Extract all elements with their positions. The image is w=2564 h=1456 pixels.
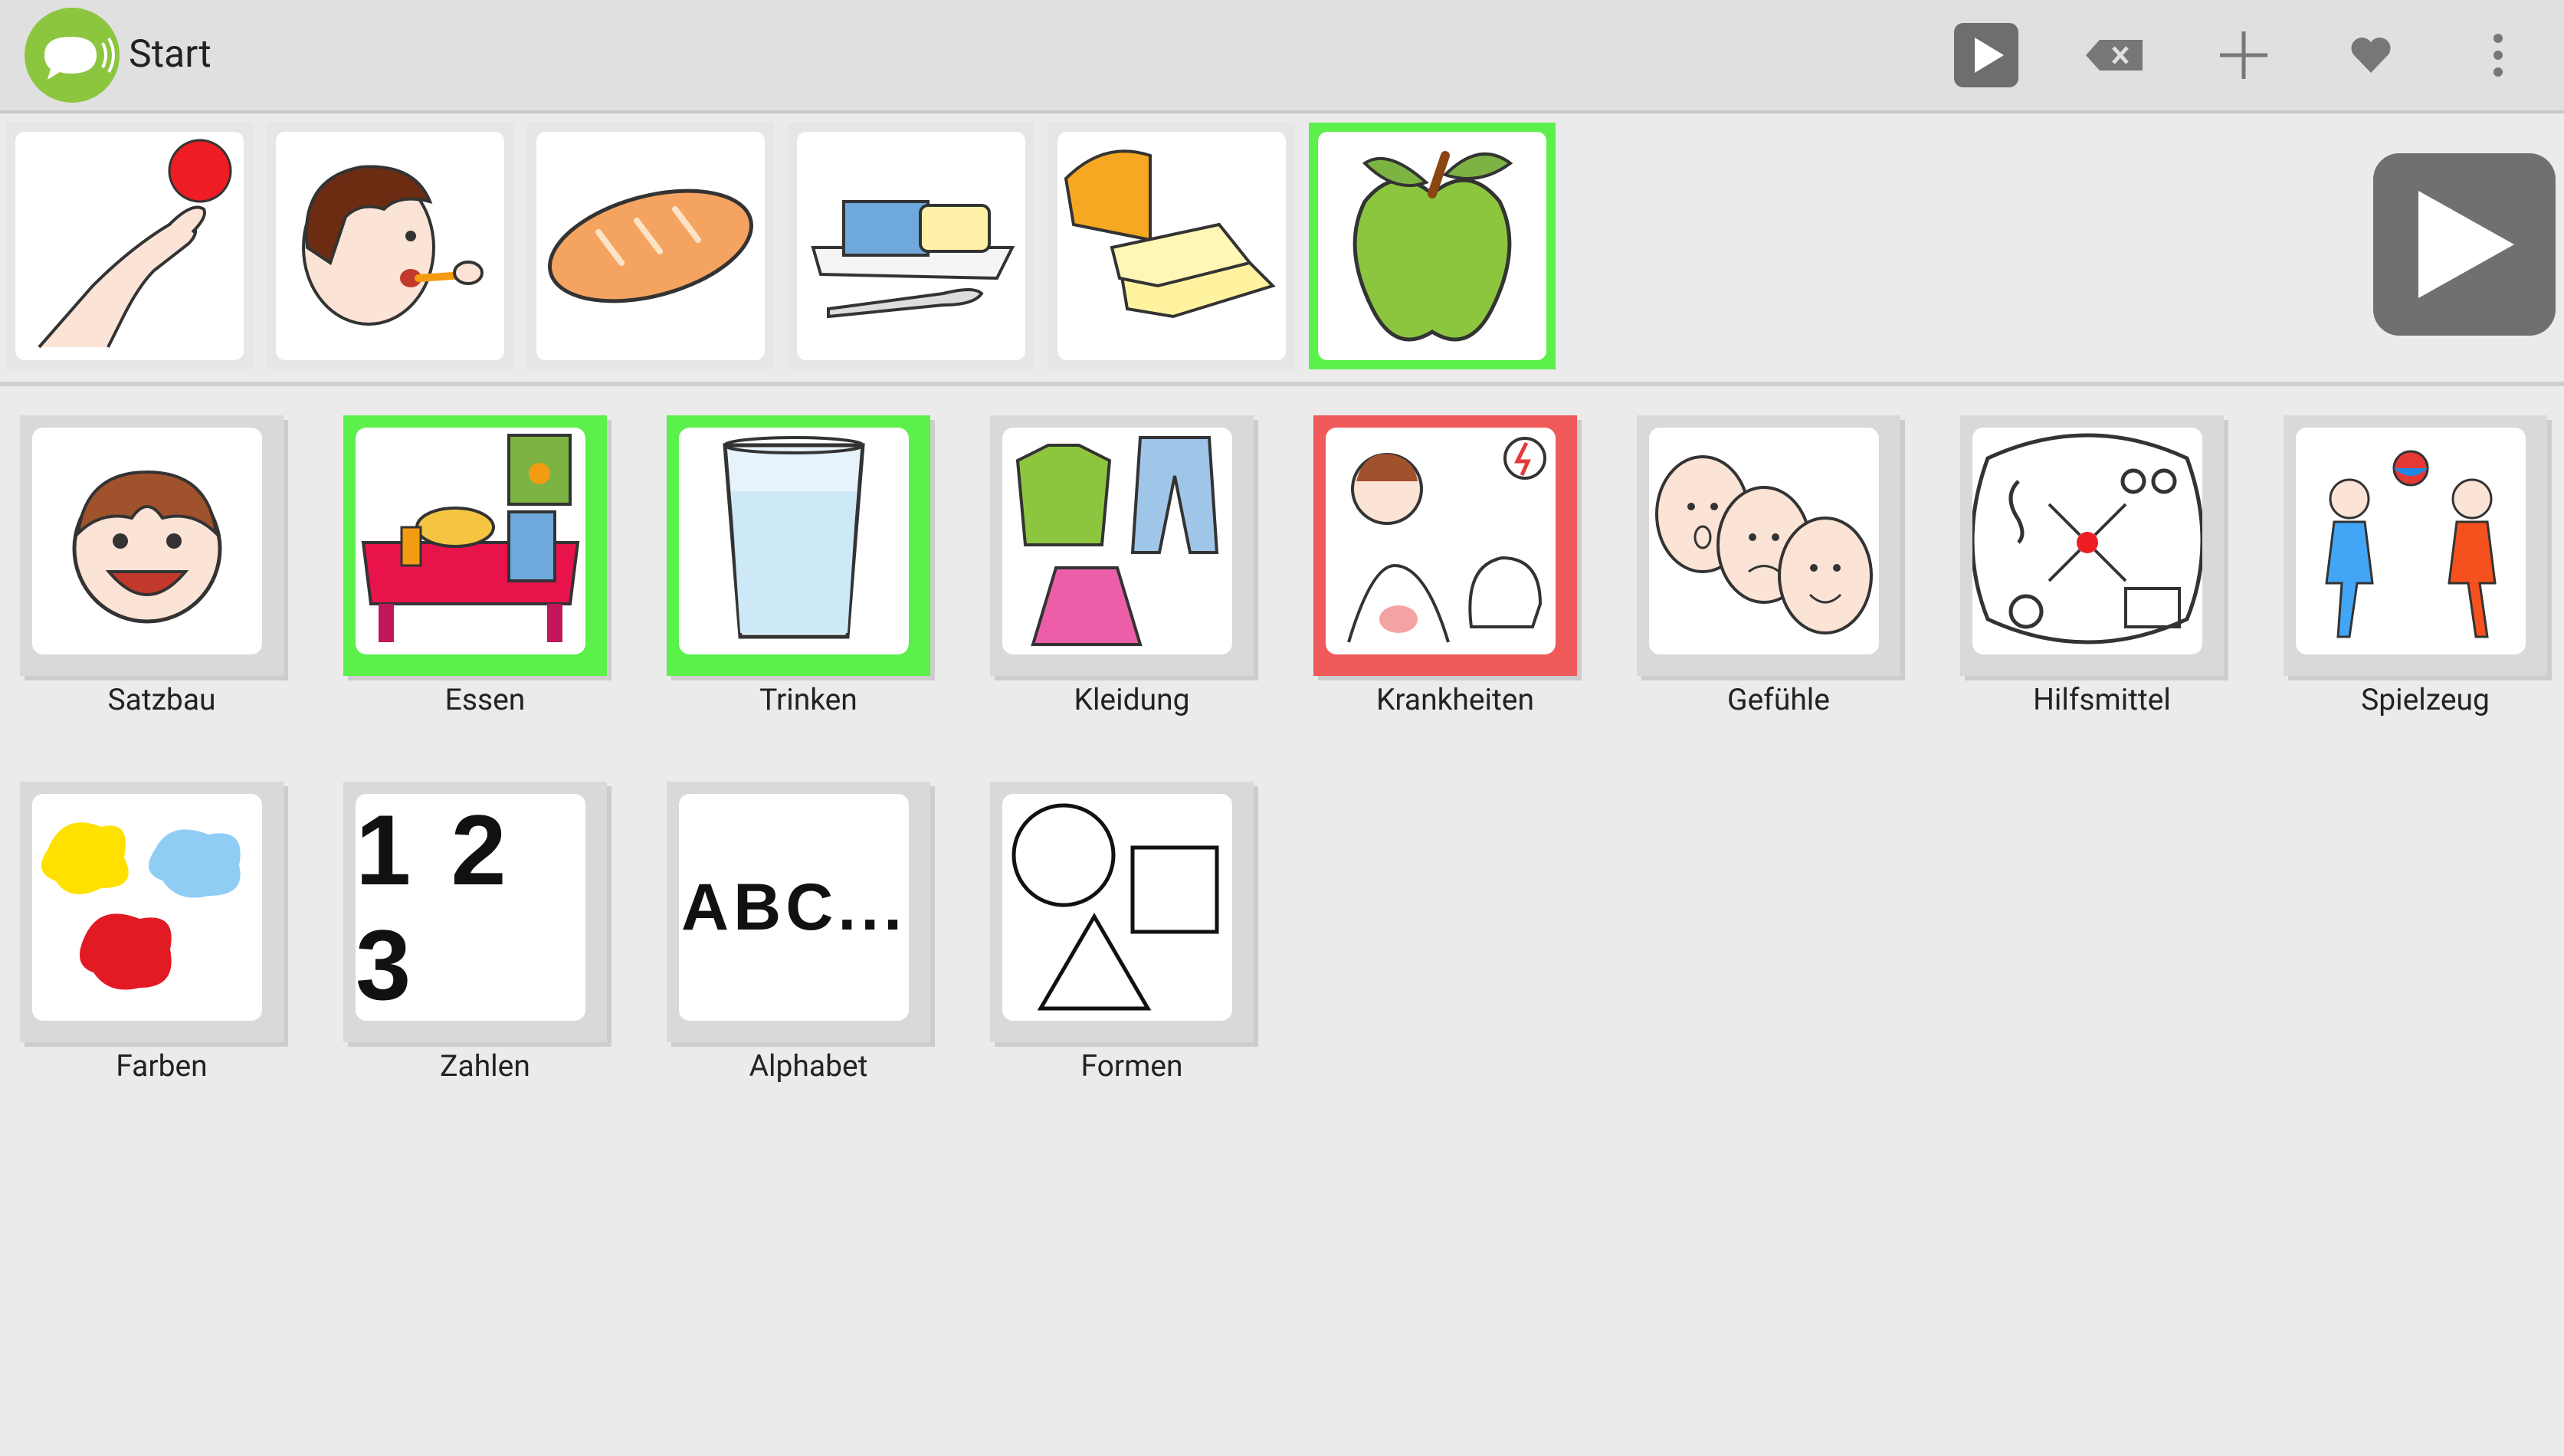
sentence-item[interactable] [1309, 123, 1556, 369]
add-button[interactable] [2210, 21, 2277, 89]
speak-sentence-button[interactable] [2373, 153, 2556, 336]
play-icon [1954, 23, 2018, 87]
sentence-item[interactable] [267, 123, 513, 369]
favorite-button[interactable] [2337, 21, 2405, 89]
category-label: Farben [116, 1048, 208, 1084]
category-label: Trinken [759, 682, 857, 717]
table-food-icon [361, 434, 580, 642]
more-vertical-icon [2494, 34, 2503, 77]
category-label: Krankheiten [1375, 682, 1535, 717]
smiling-face-icon [72, 470, 222, 624]
kaese-icon [1064, 149, 1276, 319]
category-label: Formen [1080, 1048, 1183, 1084]
paint-splash-icon [41, 822, 241, 990]
play-icon [2418, 191, 2514, 298]
letters-icon: ABC... [681, 870, 907, 944]
sentence-item[interactable] [527, 123, 774, 369]
ich-hand-icon [38, 139, 232, 349]
numbers-icon: 1 2 3 [356, 794, 513, 1021]
sentence-strip [0, 113, 2564, 386]
top-bar: Start [0, 0, 2564, 113]
category-tile-alphabet[interactable]: ABC... Alphabet [667, 782, 930, 1088]
clothes-icon [1015, 436, 1219, 646]
water-glass-icon [723, 436, 865, 639]
three-faces-icon [1655, 455, 1873, 635]
more-button[interactable] [2464, 21, 2532, 89]
brot-icon [548, 189, 753, 303]
sentence-item[interactable] [6, 123, 253, 369]
heart-icon [2351, 37, 2391, 73]
essen-person-icon [302, 165, 484, 326]
backspace-button[interactable] [2081, 21, 2149, 89]
aids-icon [1972, 433, 2202, 644]
category-label: Spielzeug [2361, 682, 2490, 717]
sentence-item[interactable] [788, 123, 1034, 369]
sick-person-icon [1347, 437, 1546, 643]
category-tile-zahlen[interactable]: 1 2 3 Zahlen [343, 782, 607, 1088]
category-tile-satzbau[interactable]: Satzbau [20, 415, 284, 722]
plus-icon [2220, 31, 2267, 79]
category-tile-farben[interactable]: Farben [20, 782, 284, 1088]
butter-icon [811, 200, 1015, 319]
children-ball-icon [2325, 450, 2497, 638]
speak-button[interactable] [1953, 21, 2020, 89]
sentence-item[interactable] [1048, 123, 1295, 369]
category-tile-gefuehle[interactable]: Gefühle [1637, 415, 1900, 722]
category-label: Essen [444, 682, 526, 717]
category-tile-trinken[interactable]: Trinken [667, 415, 930, 722]
category-tile-krankheiten[interactable]: Krankheiten [1313, 415, 1577, 722]
category-label: Alphabet [749, 1048, 868, 1084]
category-tile-formen[interactable]: Formen [990, 782, 1254, 1088]
category-tile-kleidung[interactable]: Kleidung [990, 415, 1254, 722]
category-tile-spielzeug[interactable]: Spielzeug [2284, 415, 2547, 722]
category-label: Satzbau [107, 682, 216, 717]
app-logo-icon [25, 8, 120, 103]
page-title: Start [129, 32, 211, 77]
category-tile-essen[interactable]: Essen [343, 415, 607, 722]
category-label: Zahlen [440, 1048, 530, 1084]
category-label: Gefühle [1727, 682, 1830, 717]
backspace-icon [2086, 40, 2143, 71]
category-label: Hilfsmittel [2033, 682, 2171, 717]
apfel-icon [1352, 151, 1513, 342]
shapes-icon [1012, 803, 1219, 1011]
category-tile-hilfsmittel[interactable]: Hilfsmittel [1960, 415, 2224, 722]
category-label: Kleidung [1074, 682, 1190, 717]
